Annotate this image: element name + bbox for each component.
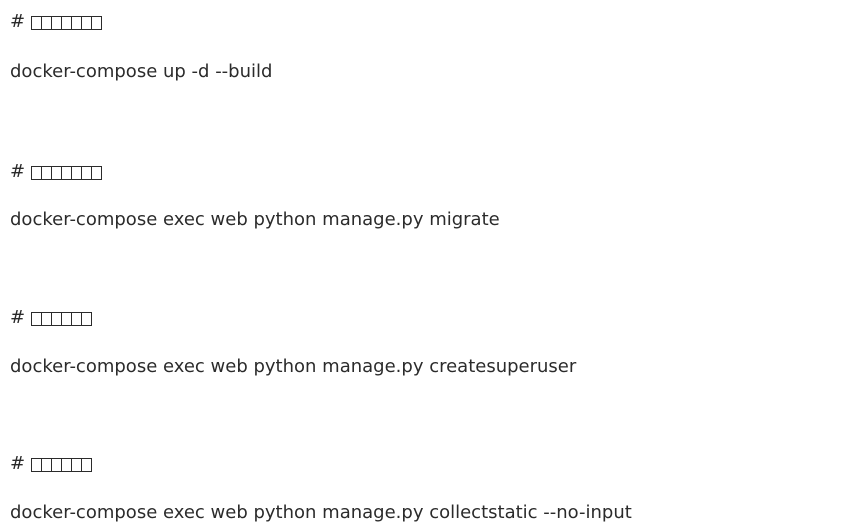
comment-hash: #: [10, 453, 26, 474]
comment-line-1: #: [10, 10, 103, 34]
missing-glyph-box: [81, 312, 93, 326]
comment-hash: #: [10, 11, 26, 32]
command-line-2: docker-compose exec web python manage.py…: [10, 209, 500, 230]
missing-glyphs-icon: [31, 457, 93, 473]
document-page: # docker-compose up -d --build # docker-…: [0, 0, 846, 526]
missing-glyph-box: [91, 16, 103, 30]
missing-glyphs-icon: [31, 165, 103, 181]
comment-line-3: #: [10, 306, 93, 330]
missing-glyph-box: [81, 458, 93, 472]
comment-hash: #: [10, 161, 26, 182]
missing-glyph-box: [91, 166, 103, 180]
command-line-4: docker-compose exec web python manage.py…: [10, 502, 632, 523]
command-line-3: docker-compose exec web python manage.py…: [10, 356, 577, 377]
comment-hash: #: [10, 307, 26, 328]
missing-glyphs-icon: [31, 311, 93, 327]
missing-glyphs-icon: [31, 15, 103, 31]
comment-line-4: #: [10, 452, 93, 476]
comment-line-2: #: [10, 160, 103, 184]
command-line-1: docker-compose up -d --build: [10, 61, 273, 82]
